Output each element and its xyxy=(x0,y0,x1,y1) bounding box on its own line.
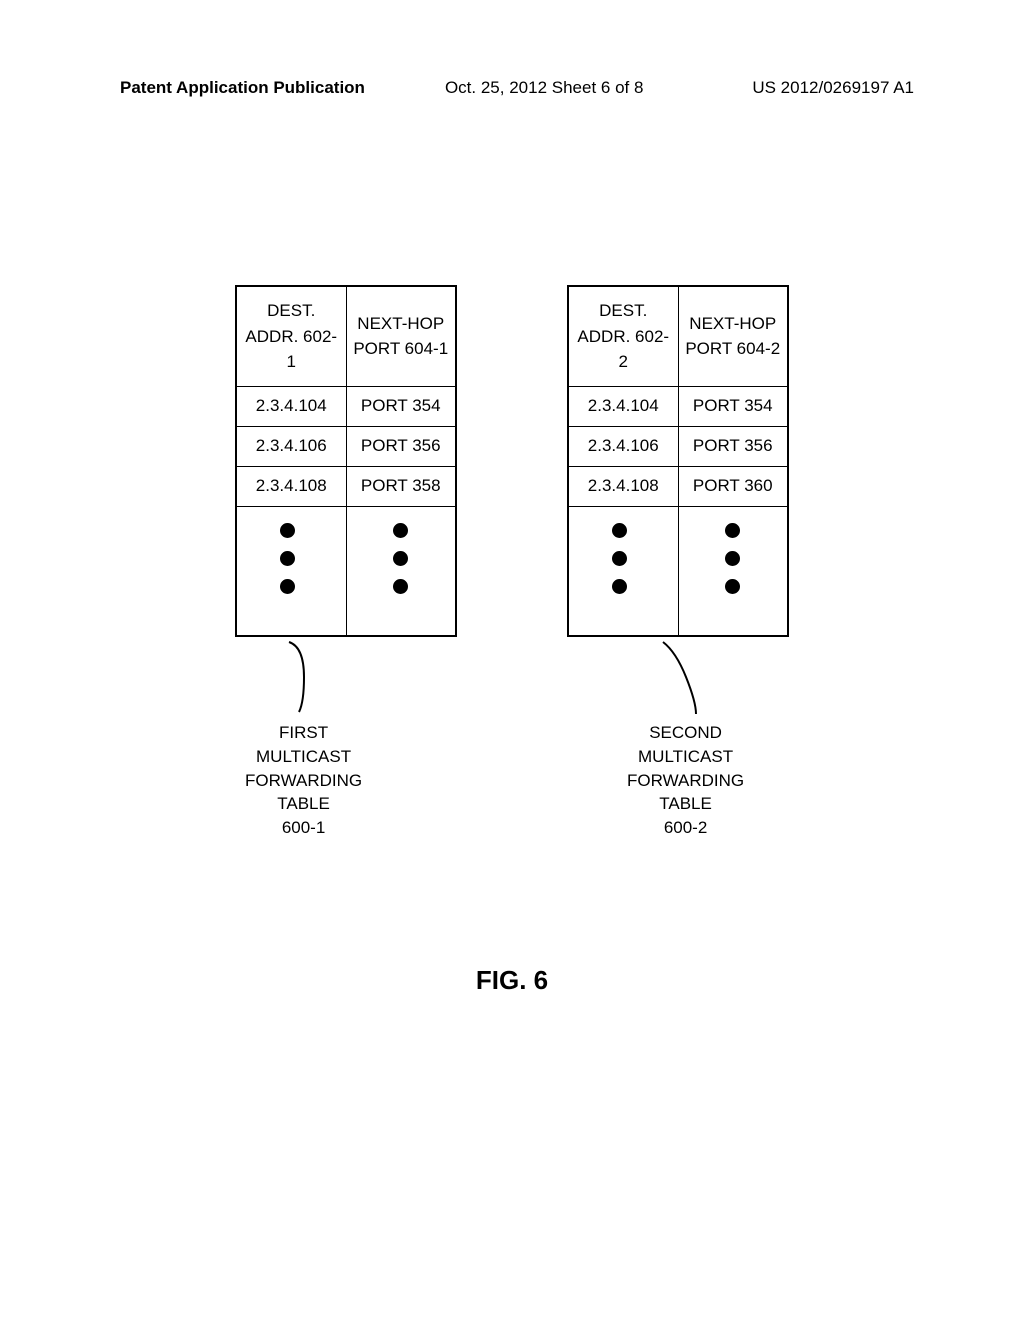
figure-body: DEST. ADDR. 602-1 NEXT-HOP PORT 604-1 2.… xyxy=(0,285,1024,840)
header-right: US 2012/0269197 A1 xyxy=(752,78,914,98)
cell-dest: 2.3.4.106 xyxy=(568,426,678,466)
header-left: Patent Application Publication xyxy=(120,78,365,98)
table-row: 2.3.4.104 PORT 354 xyxy=(236,386,456,426)
cell-port: PORT 356 xyxy=(678,426,788,466)
cell-port: PORT 358 xyxy=(346,466,456,506)
table-1-header-dest: DEST. ADDR. 602-1 xyxy=(236,286,346,386)
table-row: 2.3.4.106 PORT 356 xyxy=(568,426,788,466)
table-2-caption-wrap: SECOND MULTICAST FORWARDING TABLE 600-2 xyxy=(627,637,744,840)
table-1-caption: FIRST MULTICAST FORWARDING TABLE 600-1 xyxy=(245,721,362,840)
table-2-wrap: DEST. ADDR. 602-2 NEXT-HOP PORT 604-2 2.… xyxy=(567,285,789,840)
cell-port: PORT 360 xyxy=(678,466,788,506)
table-1-header-port: NEXT-HOP PORT 604-1 xyxy=(346,286,456,386)
table-1: DEST. ADDR. 602-1 NEXT-HOP PORT 604-1 2.… xyxy=(235,285,457,637)
cell-port: PORT 356 xyxy=(346,426,456,466)
table-2-header-port: NEXT-HOP PORT 604-2 xyxy=(678,286,788,386)
cell-port: PORT 354 xyxy=(346,386,456,426)
table-2-header-dest: DEST. ADDR. 602-2 xyxy=(568,286,678,386)
ellipsis-dots-icon xyxy=(243,523,332,594)
table-row: 2.3.4.108 PORT 358 xyxy=(236,466,456,506)
page-header: Patent Application Publication Oct. 25, … xyxy=(0,78,1024,98)
table-row-continuation xyxy=(568,506,788,636)
ellipsis-dots-icon xyxy=(575,523,664,594)
cell-dest: 2.3.4.106 xyxy=(236,426,346,466)
cell-port: PORT 354 xyxy=(678,386,788,426)
table-row: 2.3.4.106 PORT 356 xyxy=(236,426,456,466)
table-row: 2.3.4.108 PORT 360 xyxy=(568,466,788,506)
header-center: Oct. 25, 2012 Sheet 6 of 8 xyxy=(445,78,643,98)
ellipsis-dots-icon xyxy=(357,523,446,594)
table-1-caption-wrap: FIRST MULTICAST FORWARDING TABLE 600-1 xyxy=(245,637,362,840)
table-row-continuation xyxy=(236,506,456,636)
figure-label: FIG. 6 xyxy=(0,965,1024,996)
ellipsis-dots-icon xyxy=(689,523,778,594)
cell-dest: 2.3.4.104 xyxy=(236,386,346,426)
table-row: 2.3.4.104 PORT 354 xyxy=(568,386,788,426)
lead-line-icon xyxy=(651,637,721,717)
table-2: DEST. ADDR. 602-2 NEXT-HOP PORT 604-2 2.… xyxy=(567,285,789,637)
lead-line-icon xyxy=(274,637,334,717)
cell-dest: 2.3.4.108 xyxy=(568,466,678,506)
table-2-caption: SECOND MULTICAST FORWARDING TABLE 600-2 xyxy=(627,721,744,840)
table-1-wrap: DEST. ADDR. 602-1 NEXT-HOP PORT 604-1 2.… xyxy=(235,285,457,840)
cell-dest: 2.3.4.104 xyxy=(568,386,678,426)
cell-dest: 2.3.4.108 xyxy=(236,466,346,506)
